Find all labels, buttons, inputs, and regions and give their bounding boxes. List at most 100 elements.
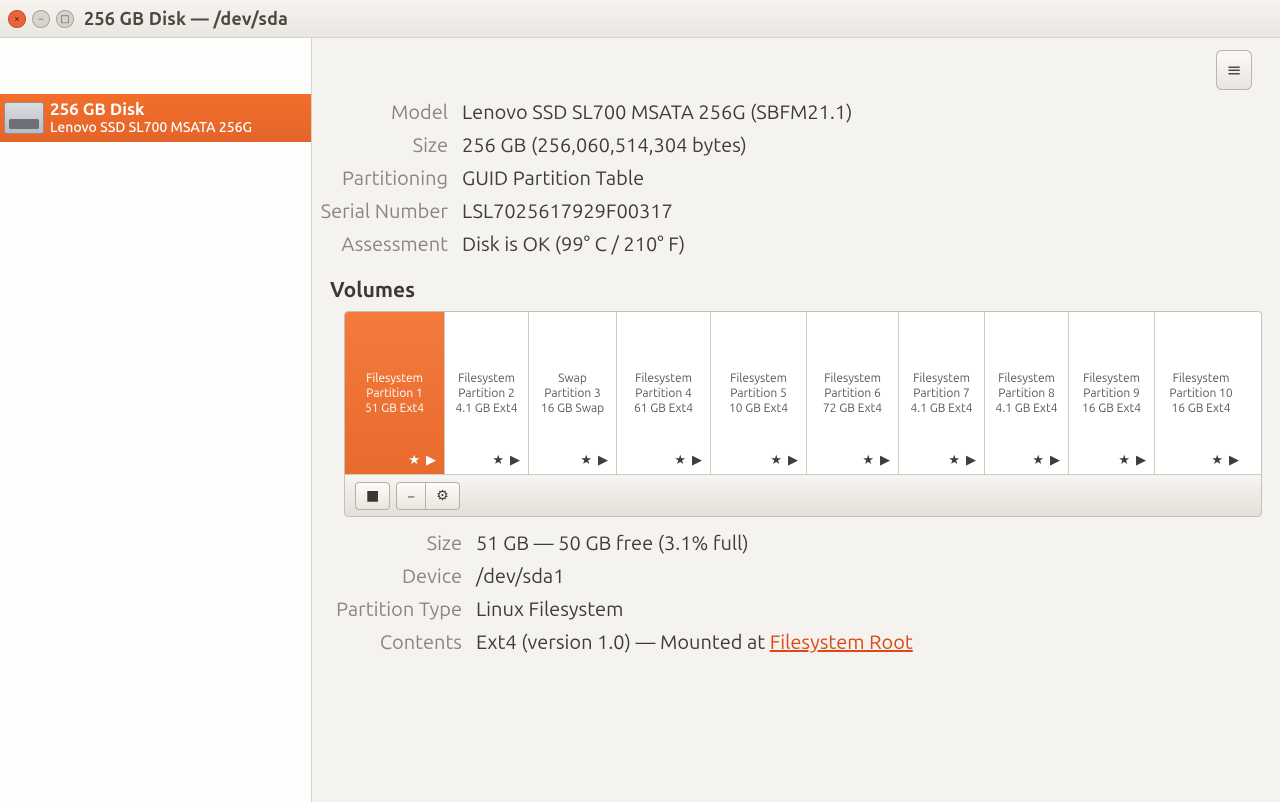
value-model: Lenovo SSD SL700 MSATA 256G (SBFM21.1) [462,100,852,123]
contents-prefix: Ext4 (version 1.0) — Mounted at [476,630,770,653]
label-vol-ptype: Partition Type [312,597,476,620]
volume-partition-2[interactable]: FilesystemPartition 24.1 GB Ext4★▶ [445,312,529,474]
play-icon[interactable]: ▶ [1229,453,1239,468]
partition-settings-button[interactable]: ⚙ [426,482,460,510]
star-icon[interactable]: ★ [1211,453,1223,468]
sidebar-disk-title: 256 GB Disk [50,101,252,120]
unmount-button[interactable]: ■ [355,482,390,510]
play-icon[interactable]: ▶ [426,453,436,468]
volumes-panel: FilesystemPartition 151 GB Ext4★▶Filesys… [344,311,1262,517]
label-assessment: Assessment [312,232,462,255]
volume-name: Filesystem [1173,371,1230,386]
volume-partition-8[interactable]: FilesystemPartition 84.1 GB Ext4★▶ [985,312,1069,474]
volume-info: 4.1 GB Ext4 [996,401,1058,416]
label-vol-contents: Contents [312,630,476,653]
volume-name: Filesystem [998,371,1055,386]
star-icon[interactable]: ★ [1118,453,1130,468]
volume-info: 61 GB Ext4 [634,401,693,416]
volume-partition-6[interactable]: FilesystemPartition 672 GB Ext4★▶ [807,312,899,474]
play-icon[interactable]: ▶ [598,453,608,468]
volume-name: Filesystem [1083,371,1140,386]
window-minimize-button[interactable]: − [32,10,50,28]
volume-action-icons: ★▶ [1211,453,1239,468]
volume-name: Swap [558,371,587,386]
volumes-toolbar: ■ − ⚙ [345,474,1261,516]
volume-partition-label: Partition 7 [913,386,969,401]
star-icon[interactable]: ★ [948,453,960,468]
volume-action-icons: ★▶ [492,453,520,468]
play-icon[interactable]: ▶ [788,453,798,468]
value-vol-device: /dev/sda1 [476,564,564,587]
volume-info: 72 GB Ext4 [823,401,882,416]
label-vol-device: Device [312,564,476,587]
volume-partition-10[interactable]: FilesystemPartition 1016 GB Ext4★▶ [1155,312,1247,474]
volume-info: 16 GB Ext4 [1082,401,1141,416]
value-assessment: Disk is OK (99° C / 210° F) [462,232,685,255]
menu-icon: ≡ [1226,60,1241,81]
volumes-heading: Volumes [330,277,1262,301]
volumes-grid: FilesystemPartition 151 GB Ext4★▶Filesys… [345,312,1261,474]
volume-partition-label: Partition 8 [998,386,1054,401]
label-partitioning: Partitioning [312,166,462,189]
drive-icon [4,102,44,134]
volume-partition-7[interactable]: FilesystemPartition 74.1 GB Ext4★▶ [899,312,985,474]
volume-action-icons: ★▶ [1118,453,1146,468]
minus-icon: − [407,488,415,504]
selected-volume-details: Size51 GB — 50 GB free (3.1% full) Devic… [312,531,1262,653]
label-vol-size: Size [312,531,476,554]
volume-name: Filesystem [635,371,692,386]
volume-name: Filesystem [730,371,787,386]
volume-action-icons: ★▶ [1032,453,1060,468]
star-icon[interactable]: ★ [580,453,592,468]
main-pane: ≡ ModelLenovo SSD SL700 MSATA 256G (SBFM… [312,38,1280,802]
volume-partition-label: Partition 2 [458,386,514,401]
window-maximize-button[interactable]: □ [56,10,74,28]
volume-partition-label: Partition 3 [544,386,600,401]
play-icon[interactable]: ▶ [510,453,520,468]
hamburger-menu-button[interactable]: ≡ [1216,50,1252,90]
value-vol-ptype: Linux Filesystem [476,597,623,620]
volume-action-icons: ★▶ [770,453,798,468]
volume-partition-label: Partition 9 [1083,386,1139,401]
star-icon[interactable]: ★ [674,453,686,468]
volume-partition-3[interactable]: SwapPartition 316 GB Swap★▶ [529,312,617,474]
play-icon[interactable]: ▶ [880,453,890,468]
value-serial: LSL7025617929F00317 [462,199,673,222]
volume-action-icons: ★▶ [580,453,608,468]
volume-partition-4[interactable]: FilesystemPartition 461 GB Ext4 ★ ▶ [617,312,711,474]
volume-partition-1[interactable]: FilesystemPartition 151 GB Ext4★▶ [345,312,445,474]
value-partitioning: GUID Partition Table [462,166,644,189]
volume-partition-5[interactable]: FilesystemPartition 510 GB Ext4★▶ [711,312,807,474]
star-icon[interactable]: ★ [862,453,874,468]
volume-info: 4.1 GB Ext4 [456,401,518,416]
sidebar-disk-labels: 256 GB Disk Lenovo SSD SL700 MSATA 256G [50,101,252,135]
star-icon[interactable]: ★ [408,453,420,468]
mount-point-link[interactable]: Filesystem Root [770,630,913,653]
play-icon[interactable]: ▶ [692,453,702,468]
volume-action-icons: ★▶ [862,453,890,468]
delete-partition-button[interactable]: − [396,482,426,510]
volume-partition-label: Partition 4 [635,386,691,401]
play-icon[interactable]: ▶ [1050,453,1060,468]
titlebar: × − □ 256 GB Disk — /dev/sda [0,0,1280,38]
volume-partition-label: Partition 10 [1169,386,1232,401]
window-close-button[interactable]: × [8,10,26,28]
volume-name: Filesystem [913,371,970,386]
star-icon[interactable]: ★ [770,453,782,468]
play-icon[interactable]: ▶ [1136,453,1146,468]
star-icon[interactable]: ★ [1032,453,1044,468]
label-size: Size [312,133,462,156]
star-icon[interactable]: ★ [492,453,504,468]
volume-info: 16 GB Ext4 [1171,401,1230,416]
gear-icon: ⚙ [436,487,449,504]
sidebar-disk-item[interactable]: 256 GB Disk Lenovo SSD SL700 MSATA 256G [0,94,311,142]
label-serial: Serial Number [312,199,462,222]
value-vol-contents: Ext4 (version 1.0) — Mounted at Filesyst… [476,630,913,653]
volume-name: Filesystem [366,371,423,386]
volume-partition-label: Partition 6 [824,386,880,401]
volume-action-icons: ★▶ [408,453,436,468]
value-vol-size: 51 GB — 50 GB free (3.1% full) [476,531,749,554]
play-icon[interactable]: ▶ [966,453,976,468]
disk-details: ModelLenovo SSD SL700 MSATA 256G (SBFM21… [312,38,1262,255]
volume-partition-9[interactable]: FilesystemPartition 916 GB Ext4★▶ [1069,312,1155,474]
